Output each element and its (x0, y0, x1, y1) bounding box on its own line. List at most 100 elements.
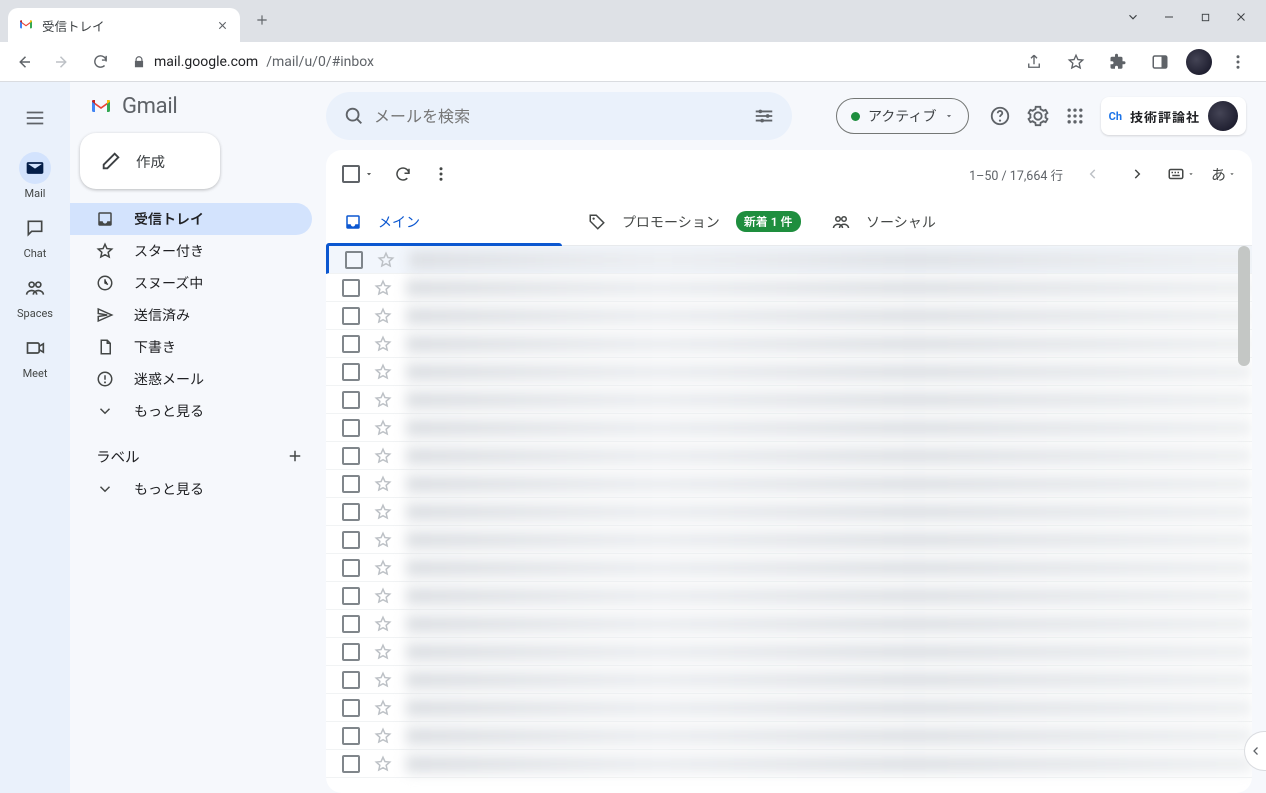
nav-item-draft[interactable]: 下書き (70, 331, 312, 363)
omnibox[interactable]: mail.google.com/mail/u/0/#inbox (122, 47, 1012, 77)
rail-item-mail[interactable]: Mail (17, 146, 53, 206)
support-icon[interactable] (989, 105, 1011, 127)
row-star-icon[interactable] (374, 559, 392, 577)
nav-item-inbox[interactable]: 受信トレイ (70, 203, 312, 235)
nav-back-button[interactable] (8, 46, 40, 78)
mail-row[interactable] (326, 750, 1252, 778)
nav-reload-button[interactable] (84, 46, 116, 78)
row-checkbox[interactable] (342, 587, 360, 605)
compose-button[interactable]: 作成 (80, 133, 220, 189)
settings-gear-icon[interactable] (1027, 105, 1049, 127)
select-all-control[interactable] (342, 165, 374, 183)
row-star-icon[interactable] (374, 727, 392, 745)
language-button[interactable]: あ (1211, 164, 1236, 185)
share-icon[interactable] (1018, 46, 1050, 78)
row-checkbox[interactable] (342, 503, 360, 521)
nav-item-expand[interactable]: もっと見る (70, 395, 312, 427)
status-chip[interactable]: アクティブ (836, 98, 969, 134)
row-star-icon[interactable] (374, 335, 392, 353)
kebab-menu-icon[interactable] (1222, 46, 1254, 78)
row-star-icon[interactable] (374, 363, 392, 381)
row-star-icon[interactable] (374, 307, 392, 325)
row-star-icon[interactable] (374, 615, 392, 633)
mail-row[interactable] (326, 386, 1252, 414)
search-input[interactable] (374, 107, 744, 126)
caret-down-icon[interactable] (364, 169, 374, 179)
row-checkbox[interactable] (342, 755, 360, 773)
account-avatar[interactable] (1208, 101, 1238, 131)
mail-row[interactable] (326, 414, 1252, 442)
tab-social[interactable]: ソーシャル (814, 198, 1058, 245)
select-all-checkbox[interactable] (342, 165, 360, 183)
scrollbar-thumb[interactable] (1238, 246, 1250, 366)
main-menu-button[interactable] (15, 98, 55, 138)
row-checkbox[interactable] (342, 279, 360, 297)
mail-row[interactable] (326, 442, 1252, 470)
row-checkbox[interactable] (342, 391, 360, 409)
apps-grid-icon[interactable] (1065, 106, 1085, 126)
bookmark-star-icon[interactable] (1060, 46, 1092, 78)
mail-row[interactable] (326, 498, 1252, 526)
gmail-logo[interactable]: Gmail (70, 92, 326, 133)
nav-forward-button[interactable] (46, 46, 78, 78)
row-checkbox[interactable] (345, 251, 363, 269)
tab-close-icon[interactable] (214, 17, 230, 33)
window-minimize-icon[interactable] (1162, 11, 1176, 23)
tab-inbox[interactable]: メイン (326, 198, 570, 245)
row-checkbox[interactable] (342, 727, 360, 745)
row-checkbox[interactable] (342, 643, 360, 661)
search-box[interactable] (326, 92, 792, 140)
tab-tag[interactable]: プロモーション新着 1 件 (570, 198, 814, 245)
mail-row[interactable] (326, 302, 1252, 330)
mail-row[interactable] (326, 470, 1252, 498)
nav-item-send[interactable]: 送信済み (70, 299, 312, 331)
sidepanel-icon[interactable] (1144, 46, 1176, 78)
row-star-icon[interactable] (374, 587, 392, 605)
org-chip[interactable]: Ch 技術評論社 (1101, 97, 1246, 135)
nav-item-clock[interactable]: スヌーズ中 (70, 267, 312, 299)
more-actions-icon[interactable] (432, 165, 450, 183)
row-star-icon[interactable] (374, 531, 392, 549)
mail-row[interactable] (326, 274, 1252, 302)
search-icon[interactable] (334, 105, 374, 127)
page-prev-button[interactable] (1079, 167, 1107, 181)
profile-avatar[interactable] (1186, 49, 1212, 75)
row-star-icon[interactable] (374, 447, 392, 465)
mail-row[interactable] (326, 638, 1252, 666)
row-star-icon[interactable] (374, 279, 392, 297)
row-checkbox[interactable] (342, 531, 360, 549)
extensions-icon[interactable] (1102, 46, 1134, 78)
window-maximize-icon[interactable] (1198, 12, 1212, 23)
scrollbar[interactable] (1238, 246, 1250, 793)
row-star-icon[interactable] (374, 643, 392, 661)
row-checkbox[interactable] (342, 307, 360, 325)
page-next-button[interactable] (1123, 167, 1151, 181)
row-star-icon[interactable] (374, 671, 392, 689)
input-tools-icon[interactable] (1167, 165, 1195, 183)
labels-more[interactable]: もっと見る (70, 473, 312, 505)
mail-row[interactable] (326, 694, 1252, 722)
row-checkbox[interactable] (342, 419, 360, 437)
row-checkbox[interactable] (342, 335, 360, 353)
mail-row[interactable] (326, 554, 1252, 582)
row-checkbox[interactable] (342, 559, 360, 577)
mail-row[interactable] (326, 666, 1252, 694)
window-caret-icon[interactable] (1126, 10, 1140, 24)
nav-item-spam[interactable]: 迷惑メール (70, 363, 312, 395)
row-checkbox[interactable] (342, 363, 360, 381)
mail-row[interactable] (326, 610, 1252, 638)
row-star-icon[interactable] (374, 503, 392, 521)
new-tab-button[interactable] (248, 6, 276, 34)
row-checkbox[interactable] (342, 671, 360, 689)
browser-tab[interactable]: 受信トレイ (8, 8, 240, 42)
row-checkbox[interactable] (342, 699, 360, 717)
row-star-icon[interactable] (374, 755, 392, 773)
mail-row[interactable] (326, 246, 1252, 274)
row-checkbox[interactable] (342, 615, 360, 633)
mail-row[interactable] (326, 722, 1252, 750)
rail-item-meet[interactable]: Meet (17, 326, 53, 386)
refresh-button[interactable] (394, 165, 412, 183)
mail-row[interactable] (326, 526, 1252, 554)
mail-row[interactable] (326, 358, 1252, 386)
add-label-button[interactable] (284, 445, 306, 467)
